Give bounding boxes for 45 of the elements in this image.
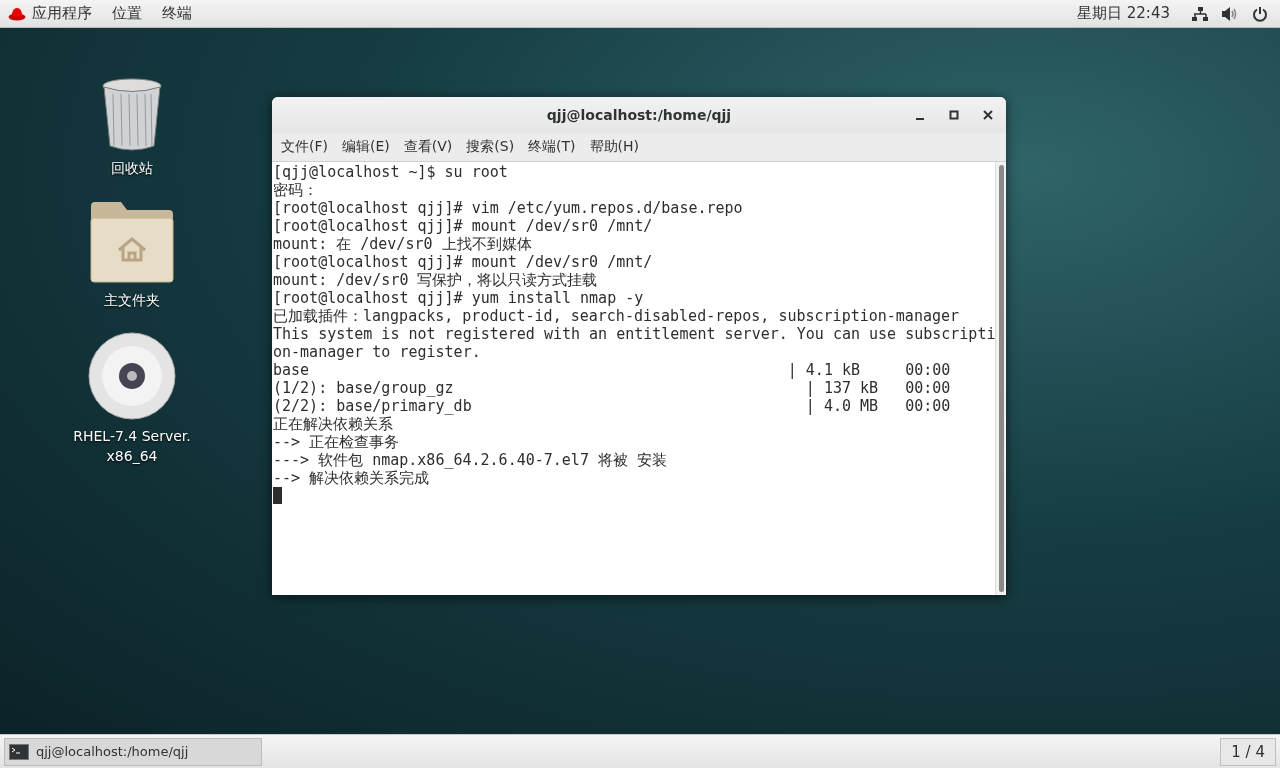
clock[interactable]: 星期日 22:43 [1077,4,1170,23]
taskbar-window-button[interactable]: qjj@localhost:/home/qjj [4,737,262,766]
trash-bin-icon[interactable] [101,78,163,152]
menu-item[interactable]: 文件(F) [274,138,335,156]
power-icon[interactable] [1252,5,1268,22]
top-menu[interactable]: 应用程序 [26,4,106,23]
terminal-line: (1/2): base/group_gz | 137 kB 00:00 [273,379,952,397]
menu-item[interactable]: 查看(V) [396,138,460,156]
terminal-line: base | 4.1 kB 00:00 [273,361,952,379]
menu-item[interactable]: 帮助(H) [582,138,647,156]
maximize-icon [949,110,959,120]
terminal-line: ---> 软件包 nmap.x86_64.2.6.40-7.el7 将被 安装 [273,451,668,469]
terminal-line: [root@localhost qjj]# mount /dev/sr0 /mnt/ [273,253,654,271]
terminal-line: [root@localhost qjj]# mount /dev/sr0 /mnt/ [273,217,654,235]
terminal-line: mount: /dev/sr0 写保护，将以只读方式挂载 [273,271,599,289]
terminal-line: 正在解决依赖关系 [273,415,394,433]
desktop-icon-label[interactable]: 回收站 [111,158,153,178]
desktop-icon-label[interactable]: RHEL-7.4 Server. x86_64 [72,426,192,466]
top-menu[interactable]: 终端 [156,4,206,23]
home-folder-icon[interactable] [89,200,175,284]
top-menu[interactable]: 位置 [106,4,156,23]
terminal-line: on-manager to register. [273,343,482,361]
menu-item[interactable]: 编辑(E) [335,138,397,156]
menu-item[interactable]: 搜索(S) [459,138,522,156]
network-icon[interactable] [1192,5,1208,22]
terminal-line: 已加载插件：langpacks, product-id, search-disabled-repos, subscription-manager [273,307,961,325]
terminal-line: (2/2): base/primary_db | 4.0 MB 00:00 [273,397,952,415]
terminal-line: --> 正在检查事务 [273,433,401,451]
terminal-line: mount: 在 /dev/sr0 上找不到媒体 [273,235,533,253]
terminal-line: This system is not registered with an entitlement server. You can use subscripti [273,325,995,343]
volume-icon[interactable] [1222,6,1238,21]
terminal-line: 密码： [273,181,319,199]
terminal-line: [root@localhost qjj]# yum install nmap -y [273,289,645,307]
workspace-indicator[interactable]: 1 / 4 [1220,737,1276,766]
minimize-icon [916,118,924,120]
close-icon [983,110,993,120]
terminal-line: [root@localhost qjj]# vim /etc/yum.repos.d/base.repo [273,199,744,217]
window-title: qjj@localhost:/home/qjj [546,107,732,123]
terminal-icon [9,743,29,760]
desktop-icon-label[interactable]: 主文件夹 [104,290,160,310]
disc-icon[interactable] [88,332,176,420]
menu-item[interactable]: 终端(T) [521,138,583,156]
terminal-line: [qjj@localhost ~]$ su root [273,163,509,181]
hat-logo-icon[interactable] [8,6,26,21]
terminal-line: --> 解决依赖关系完成 [273,469,431,487]
